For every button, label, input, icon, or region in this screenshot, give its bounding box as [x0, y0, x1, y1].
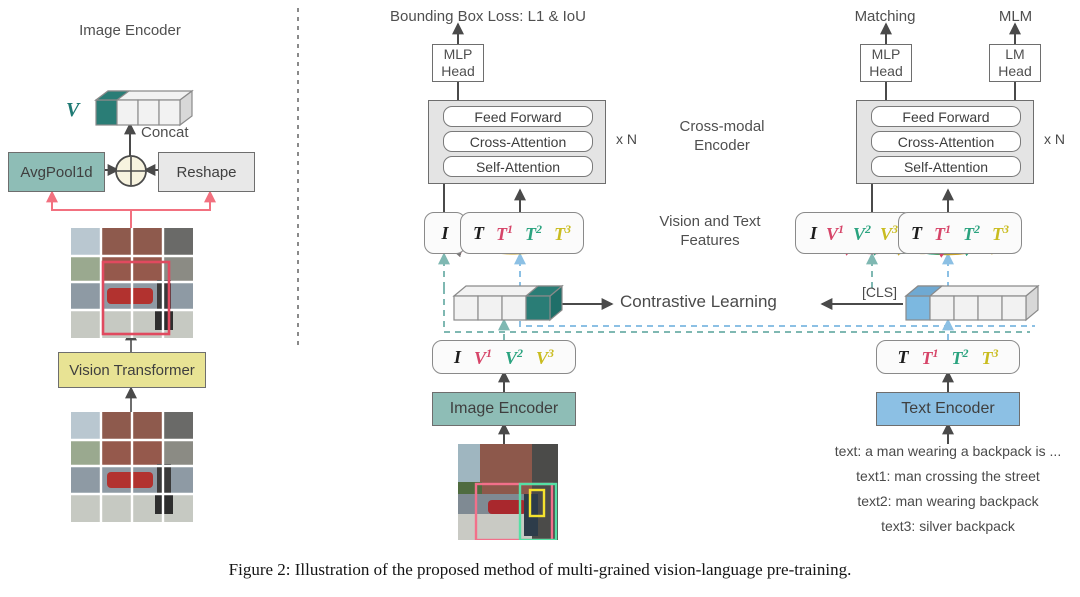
- self-attention-layer-right[interactable]: Self-Attention: [871, 156, 1021, 177]
- avgpool1d-box[interactable]: AvgPool1d: [8, 152, 105, 192]
- rt-token-2: T2: [963, 222, 980, 244]
- rv-token-1: V1: [825, 222, 844, 244]
- feed-forward-layer-middle[interactable]: Feed Forward: [443, 106, 593, 127]
- vision-transformer-label: Vision Transformer: [69, 361, 195, 379]
- rt-token-1: T1: [934, 222, 951, 244]
- t-token-0: T: [473, 223, 484, 243]
- v-token-1: V1: [473, 346, 492, 368]
- self-attention-label-right: Self-Attention: [903, 158, 989, 175]
- it-token-3: T3: [981, 346, 999, 368]
- feed-forward-label-right: Feed Forward: [902, 108, 990, 125]
- v-symbol-label: V: [66, 99, 80, 121]
- t-token-1: T1: [496, 222, 513, 244]
- vision-text-features-label: Vision and Text Features: [659, 213, 761, 249]
- cross-modal-encoder-middle: Feed Forward Cross-Attention Self-Attent…: [428, 100, 606, 184]
- text-input-line-2: text2: man wearing backpack: [857, 493, 1039, 509]
- text-input-line-0: text: a man wearing a backpack is ...: [834, 443, 1062, 459]
- text-token-box-middle[interactable]: T T1 T2 T3: [460, 212, 584, 254]
- cross-attention-label-middle: Cross-Attention: [469, 133, 567, 150]
- feed-forward-layer-right[interactable]: Feed Forward: [871, 106, 1021, 127]
- t-token-3: T3: [554, 222, 571, 244]
- mlp-head-label-middle: MLP Head: [441, 45, 475, 80]
- t-token-2: T2: [525, 222, 542, 244]
- cross-modal-encoder-right: Feed Forward Cross-Attention Self-Attent…: [856, 100, 1034, 184]
- vision-token-box-right[interactable]: I V1 V2 V3: [795, 212, 913, 254]
- text-embedding-cube: [900, 282, 1046, 331]
- rt-token-0: T: [911, 223, 922, 243]
- it-token-0: T: [897, 347, 909, 367]
- rv-token-3: V3: [880, 222, 899, 244]
- patched-image-with-region: [71, 228, 193, 338]
- reshape-box[interactable]: Reshape: [158, 152, 255, 192]
- vision-token-box-middle[interactable]: I V1 V2 V3: [432, 340, 576, 374]
- mlp-head-label-right: MLP Head: [869, 45, 903, 80]
- self-attention-layer-middle[interactable]: Self-Attention: [443, 156, 593, 177]
- rv-token-2: V2: [853, 222, 872, 244]
- text-token-box-right[interactable]: T T1 T2 T3: [898, 212, 1022, 254]
- concat-label: Concat: [141, 124, 189, 141]
- vision-embedding-cube: [448, 282, 570, 331]
- cls-label: [CLS]: [862, 284, 898, 300]
- figure-caption: Figure 2: Illustration of the proposed m…: [228, 560, 852, 579]
- it-token-2: T2: [951, 346, 969, 368]
- mlp-head-box-middle[interactable]: MLP Head: [432, 44, 484, 82]
- rv-token-0: I: [809, 223, 817, 243]
- mlm-label: MLM: [998, 8, 1033, 25]
- cross-modal-encoder-label: Cross-modal Encoder: [679, 118, 765, 154]
- self-attention-label-middle: Self-Attention: [475, 158, 561, 175]
- image-encoder-label: Image Encoder: [449, 400, 559, 417]
- cross-attention-label-right: Cross-Attention: [897, 133, 995, 150]
- feed-forward-label-middle: Feed Forward: [474, 108, 562, 125]
- image-encoder-box[interactable]: Image Encoder: [432, 392, 576, 426]
- mlp-head-box-right[interactable]: MLP Head: [860, 44, 912, 82]
- i-token-middle: I: [441, 223, 449, 243]
- text-token-box-input[interactable]: T T1 T2 T3: [876, 340, 1020, 374]
- v-token-3: V3: [536, 346, 555, 368]
- text-input-line-1: text1: man crossing the street: [856, 468, 1040, 484]
- avgpool1d-label: AvgPool1d: [20, 163, 93, 181]
- patched-image-input: [71, 412, 193, 522]
- repeat-n-label-right: x N: [1044, 131, 1065, 147]
- vision-transformer-box[interactable]: Vision Transformer: [58, 352, 206, 388]
- matching-label: Matching: [854, 8, 916, 25]
- v-token-0: I: [453, 347, 461, 367]
- cross-attention-layer-middle[interactable]: Cross-Attention: [443, 131, 593, 152]
- bounding-box-loss-label: Bounding Box Loss: L1 & IoU: [390, 8, 586, 25]
- annotated-input-image: [458, 444, 558, 540]
- rt-token-3: T3: [992, 222, 1009, 244]
- lm-head-box[interactable]: LM Head: [989, 44, 1041, 82]
- it-token-1: T1: [921, 346, 939, 368]
- lm-head-label: LM Head: [998, 45, 1032, 80]
- cross-attention-layer-right[interactable]: Cross-Attention: [871, 131, 1021, 152]
- contrastive-learning-label: Contrastive Learning: [620, 292, 777, 311]
- reshape-label: Reshape: [176, 163, 237, 181]
- text-encoder-box[interactable]: Text Encoder: [876, 392, 1020, 426]
- concat-plus-node: [114, 154, 148, 193]
- v-token-2: V2: [505, 346, 524, 368]
- text-input-line-3: text3: silver backpack: [881, 518, 1015, 534]
- left-panel-title: Image Encoder: [79, 22, 181, 39]
- text-encoder-label: Text Encoder: [901, 400, 995, 417]
- repeat-n-label-middle: x N: [616, 131, 637, 147]
